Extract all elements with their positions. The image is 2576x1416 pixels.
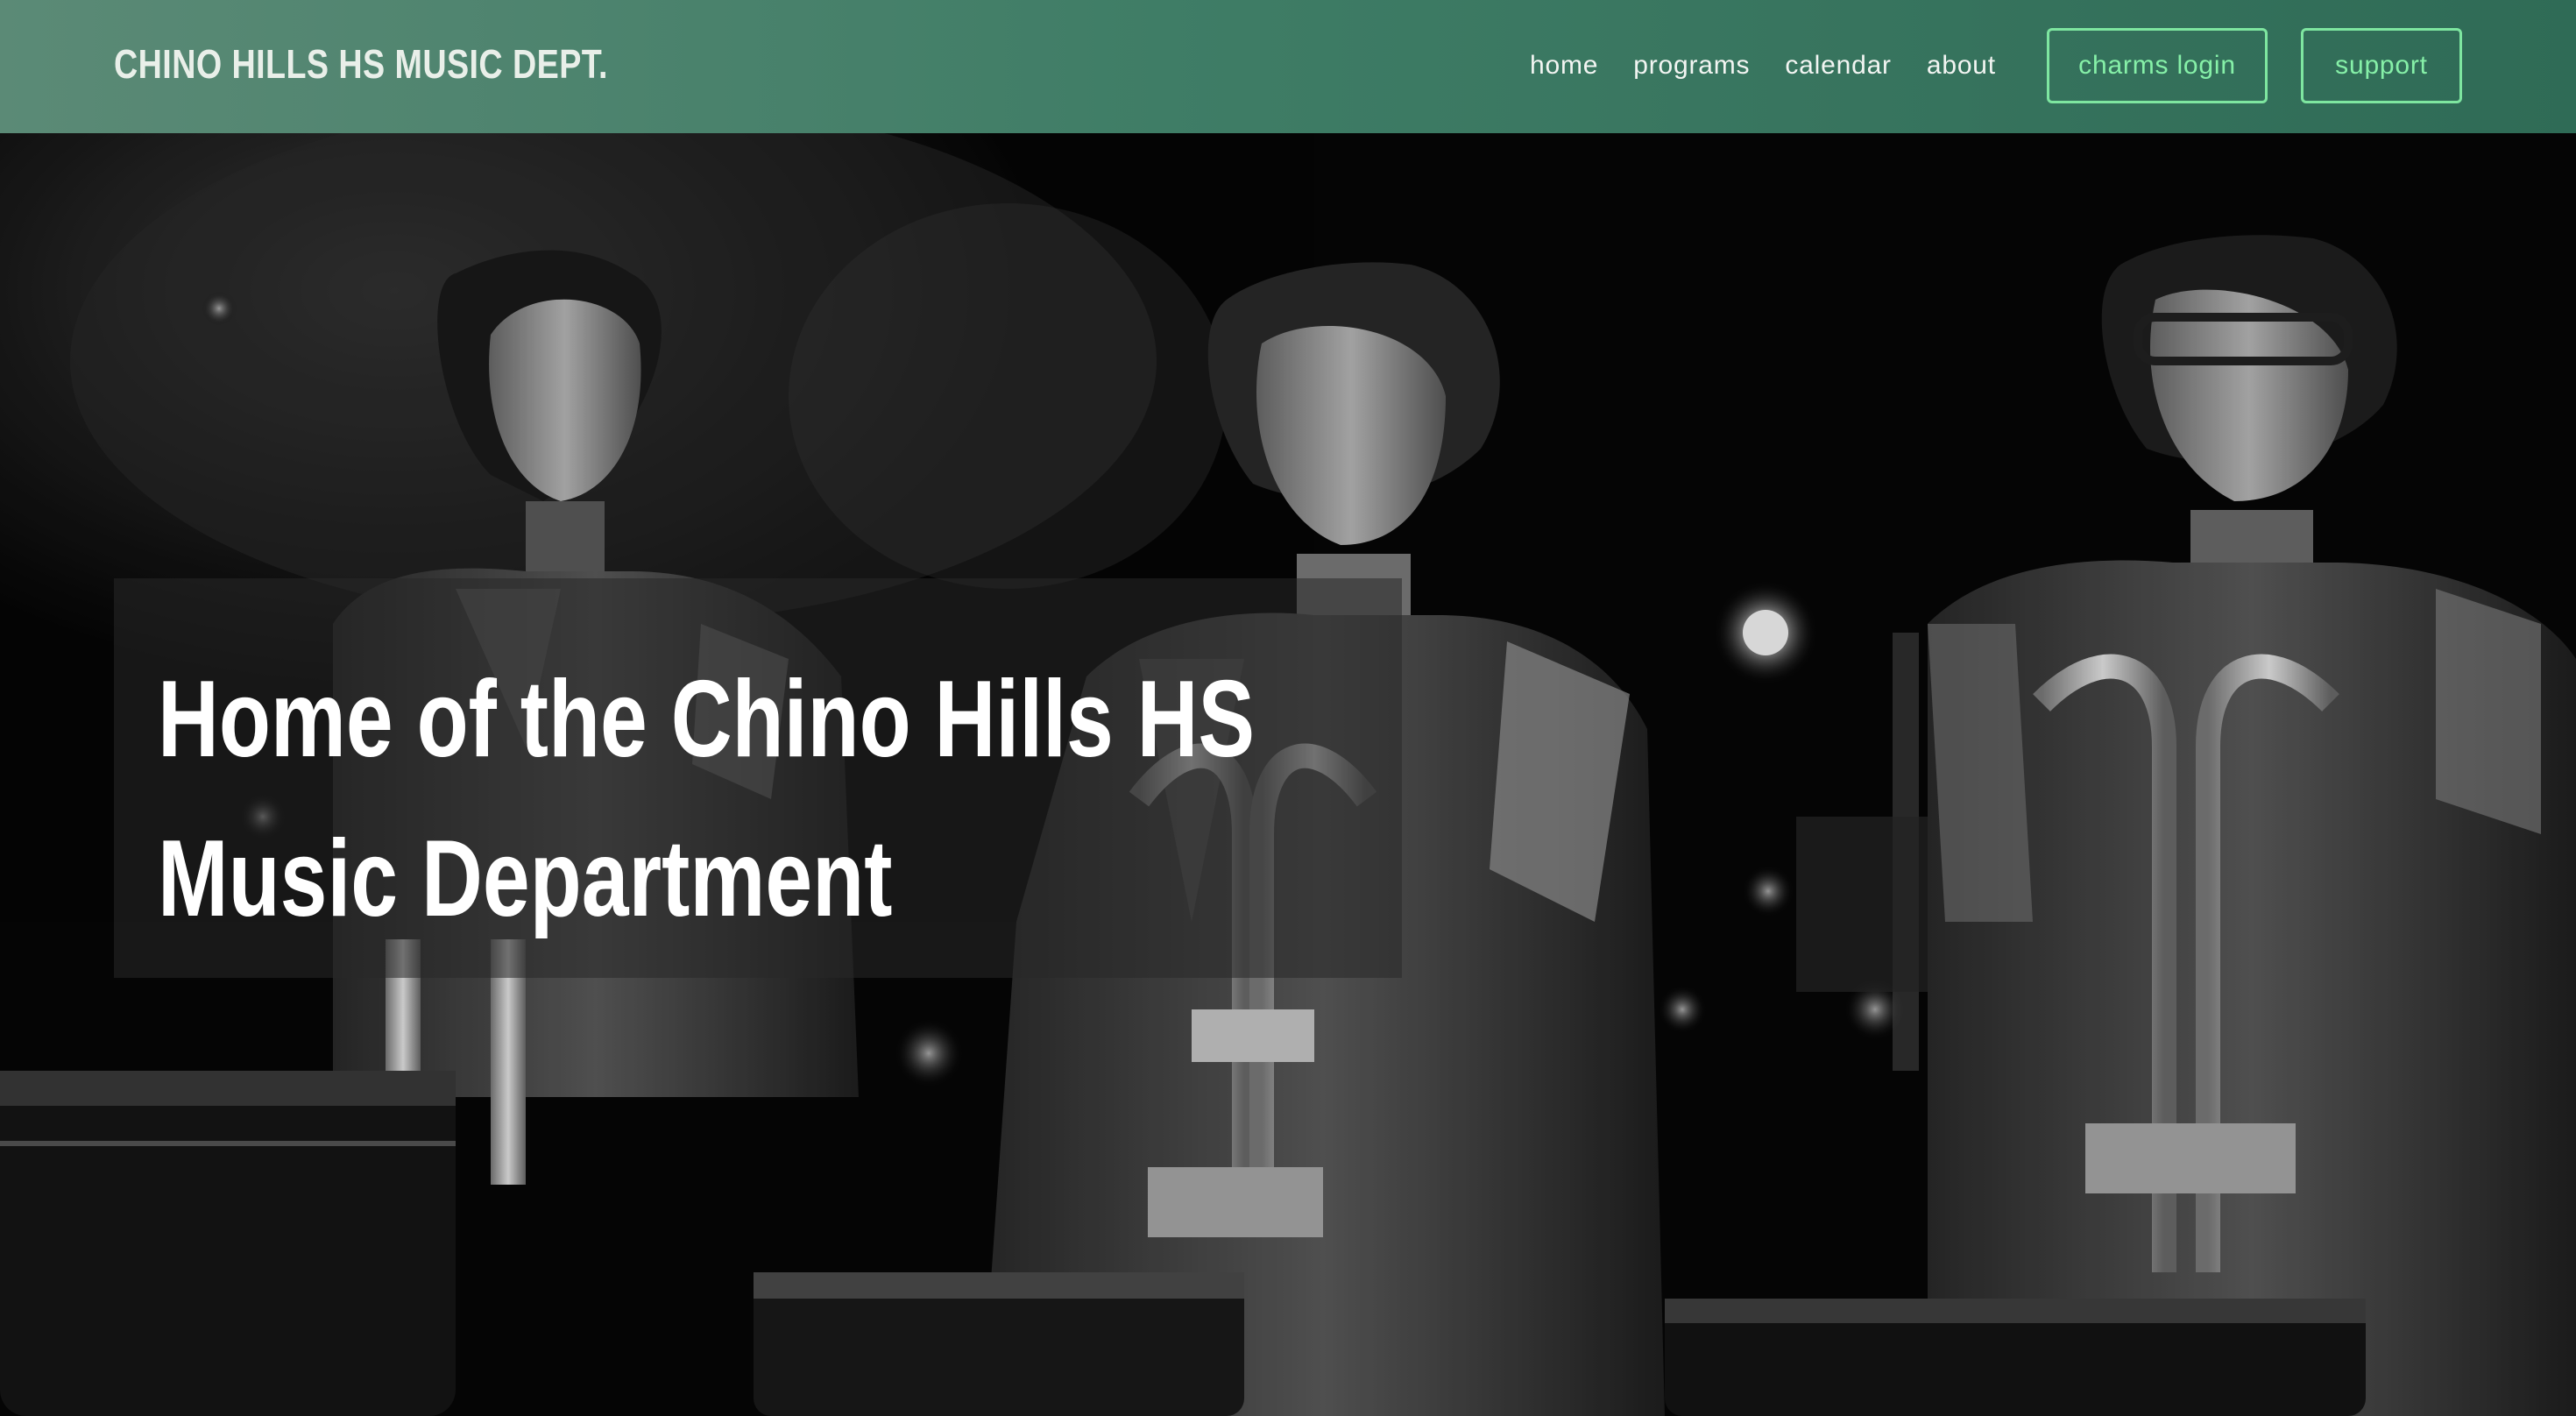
nav-link-about[interactable]: about xyxy=(1927,51,1996,81)
nav-link-home[interactable]: home xyxy=(1530,51,1598,81)
hero-headline-line2: Music Department xyxy=(158,818,893,939)
hero-headline-line1: Home of the Chino Hills HS xyxy=(158,659,1256,780)
hero-headline-panel: Home of the Chino Hills HS Music Departme… xyxy=(114,578,1402,978)
top-navbar: CHINO HILLS HS MUSIC DEPT. home programs… xyxy=(0,0,2576,133)
support-button[interactable]: support xyxy=(2301,28,2462,103)
nav-link-programs[interactable]: programs xyxy=(1633,51,1750,81)
hero-section: Home of the Chino Hills HS Music Departme… xyxy=(0,133,2576,1416)
hero-headline: Home of the Chino Hills HS Music Departme… xyxy=(158,640,1388,959)
page: CHINO HILLS HS MUSIC DEPT. home programs… xyxy=(0,0,2576,1416)
nav-link-calendar[interactable]: calendar xyxy=(1785,51,1891,81)
charms-login-button[interactable]: charms login xyxy=(2047,28,2268,103)
site-title[interactable]: CHINO HILLS HS MUSIC DEPT. xyxy=(114,40,608,88)
main-nav: home programs calendar about xyxy=(1530,51,2031,81)
